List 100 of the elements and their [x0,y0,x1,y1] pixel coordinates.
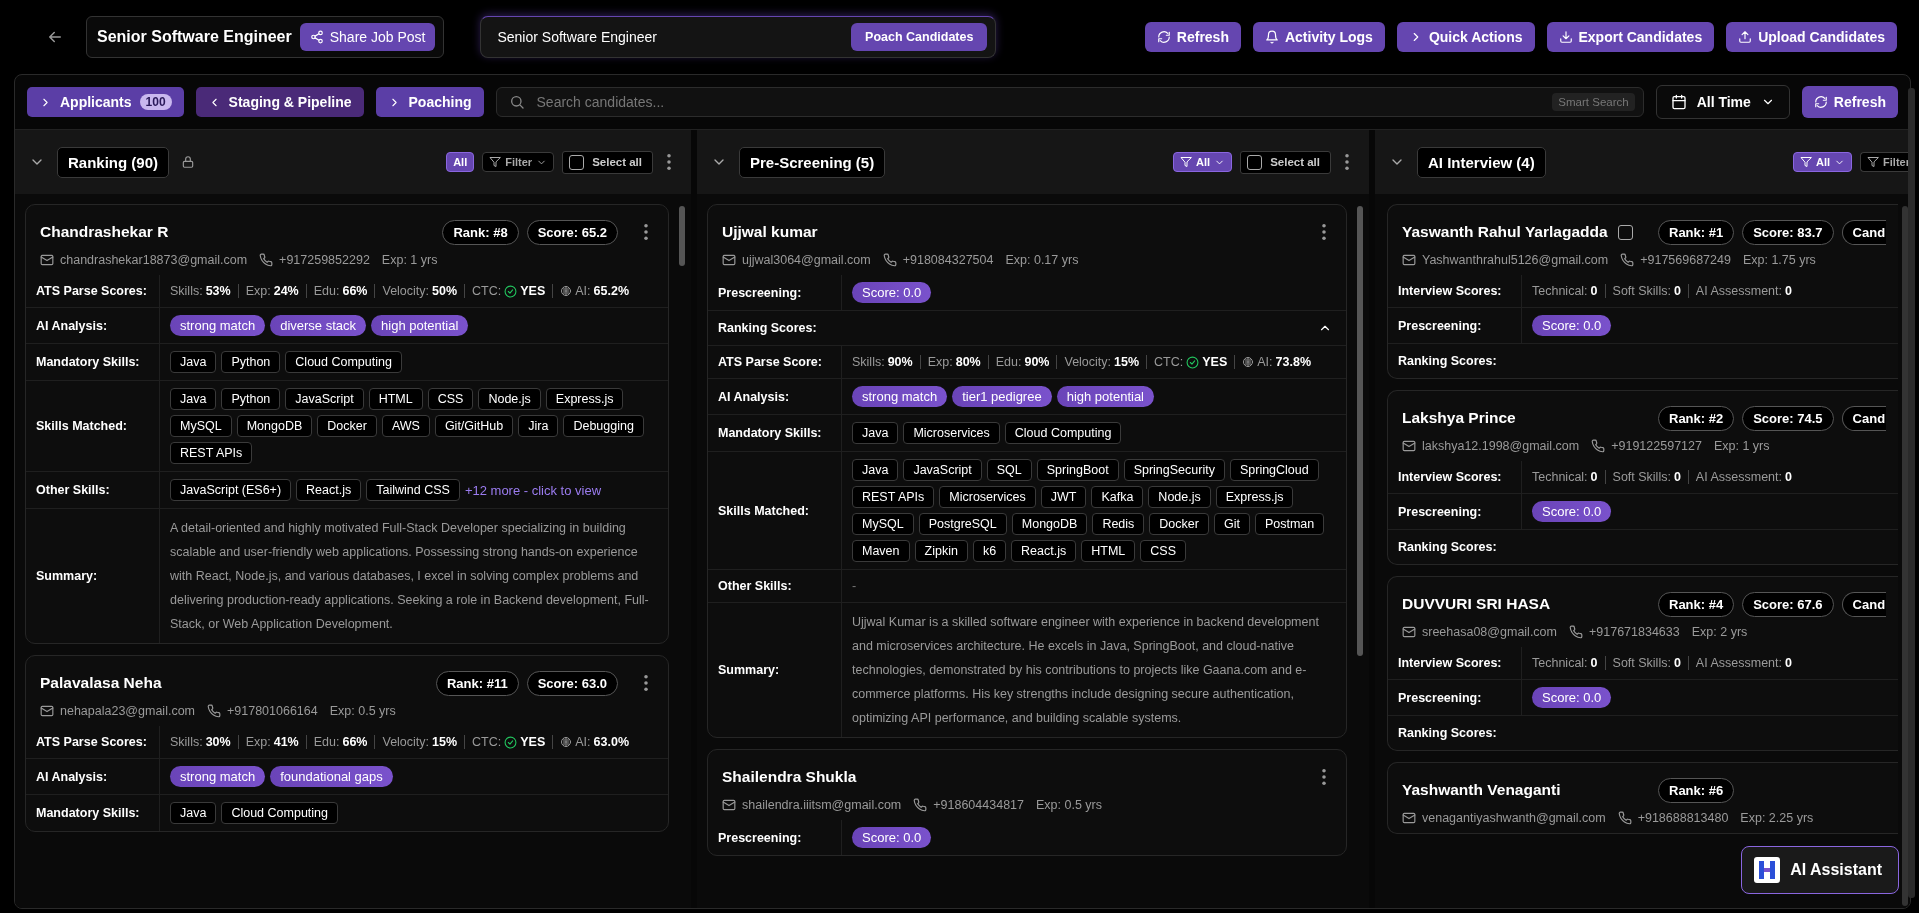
skill-chip: SpringBoot [1036,459,1119,481]
action-button[interactable]: Refresh [1144,22,1241,52]
poach-button[interactable]: Poach Candidates [851,23,988,51]
stage-tab[interactable]: Poaching [375,87,484,117]
skill-chip: Cloud Computing [285,351,402,373]
skill-chip: JavaScript (ES6+) [170,479,292,501]
tag: Score: 0.0 [852,282,932,303]
mail-icon [1402,811,1416,825]
filter-button[interactable]: All [1793,152,1853,172]
more-options-icon[interactable] [667,154,671,170]
mail-icon [40,704,54,718]
score-summary: Skills: 30% Exp: 41% Edu: 66% Velocity: 15% CTC: YES AI: 63.0% [170,735,636,749]
candidate-card[interactable]: DUVVURI SRI HASA Rank: #4 Score: 67.6 Cand sreehasa08@gmail.com +917671834633 Exp: 2 yrs Interview Scores: Technical: 0 Soft Skills: 0 AI Assessment: 0 Prescreening: Score: 0.0 Ranking Scores: [1387,576,1898,751]
row-label: Mandatory Skills: [26,795,160,831]
scrollbar-thumb[interactable] [1902,206,1908,906]
more-link[interactable]: +12 more - click to view [464,482,602,498]
skill-chip: Cloud Computing [221,802,338,824]
phone-text: +918688813480 [1637,811,1729,825]
bell-icon [1264,30,1279,44]
candidate-name: Shailendra Shukla [722,768,857,786]
skill-chip: Debugging [563,415,644,437]
action-button[interactable]: Quick Actions [1396,22,1535,52]
experience-text: Exp: 0.17 yrs [1005,253,1079,267]
action-button[interactable]: Export Candidates [1546,22,1715,52]
skill-chip: Git [1213,513,1250,535]
skill-chip: React.js [1011,540,1077,562]
tag: Score: 0.0 [852,827,932,848]
phone-icon [1617,811,1632,825]
row-label: AI Analysis: [26,759,160,794]
row-label: ATS Parse Scores: [26,275,160,307]
email-text: nehapala23@gmail.com [60,704,195,718]
score-pill: Rank: #1 [1658,219,1735,245]
phone-icon [207,704,221,718]
skill-chip: Node.js [1148,486,1211,508]
skill-chip: Maven [852,540,910,562]
more-options-icon[interactable] [644,675,648,691]
email-text: ujjwal3064@gmail.com [742,253,871,267]
experience-text: Exp: 1 yrs [1713,439,1770,453]
skill-chip: Java [852,459,899,481]
filter-button[interactable]: Filter [1860,152,1910,172]
filter-chip[interactable]: All [446,152,475,172]
mail-icon [722,253,736,267]
stage-tab[interactable]: Staging & Pipeline [195,87,364,117]
scrollbar[interactable] [1908,88,1915,898]
skill-chip: MySQL [852,513,914,535]
refresh-icon [1156,30,1171,44]
phone-text: +917671834633 [1589,625,1680,639]
tag: Score: 0.0 [1532,315,1612,336]
action-button[interactable]: Activity Logs [1252,22,1385,52]
skill-chip: Kafka [1091,486,1144,508]
summary-text: Ujjwal Kumar is a skilled software engineer with experience in backend development and microservices architecture. He excels in Java, SpringBoot, and cloud-native technologies, demonstrated by his contributions to projects like Gaana.com and e-commerce platforms. His key strengths include designing secure authentication, optimizing API performance, and building scalable systems. [852,614,1320,727]
email-text: lakshya12.1998@gmail.com [1422,439,1580,453]
row-label: Interview Scores: [1388,647,1522,679]
funnel-icon [489,156,502,168]
row-label: Other Skills: [26,472,160,508]
row-label: Other Skills: [708,570,842,602]
search-bar[interactable]: Search candidates... Smart Search [495,87,1644,117]
skill-chip: Express.js [1215,486,1294,508]
experience-text: Exp: 2 yrs [1691,625,1748,639]
ai-assistant-button[interactable]: AI Assistant [1741,846,1899,894]
candidate-card[interactable] [1387,204,1898,379]
date-filter-dropdown[interactable]: All Time [1655,85,1790,119]
share-button[interactable]: Share Job Post [299,23,436,51]
email-text: chandrashekar18873@gmail.com [60,253,248,267]
select-all-button[interactable]: Select all [562,150,653,174]
skill-chip: Docker [317,415,377,437]
tag: strong match [170,766,266,787]
more-options-icon[interactable] [1322,769,1326,785]
phone-icon [1591,439,1606,453]
share-icon [309,30,324,44]
stage-tab[interactable]: Applicants 100 [27,87,184,117]
search-input[interactable]: Search candidates... [534,93,1543,111]
refresh-button[interactable]: Refresh [1801,86,1898,118]
scrollbar-thumb[interactable] [679,206,685,266]
candidate-card[interactable]: Lakshya Prince Rank: #2 Score: 74.5 Cand lakshya12.1998@gmail.com +919122597127 Exp: 1 yrs Interview Scores: Technical: 0 Soft Skills: 0 AI Assessment: 0 Prescreening: Score: 0.0 Ranking Scores: [1387,390,1898,565]
score-pill: Score: 67.6 [1742,591,1834,617]
filter-button[interactable]: All [1173,152,1233,172]
mail-icon [1402,253,1416,267]
more-options-icon[interactable] [1345,154,1349,170]
upload-icon [1738,30,1753,44]
candidate-card[interactable]: Shailendra Shukla shailendra.iiitsm@gmail.com +918604434817 Exp: 0.5 yrs Prescreening: Score: 0.0 [707,749,1347,856]
action-button[interactable]: Upload Candidates [1726,22,1897,52]
checkbox[interactable] [1617,224,1633,240]
candidate-card[interactable]: Yashwanth Venaganti Rank: #6 venagantiyashwanth@gmail.com +918688813480 Exp: 2.25 yrs [1387,762,1898,834]
select-all-button[interactable]: Select all [1240,150,1331,174]
row-label: Prescreening: [1388,494,1522,529]
candidate-card[interactable] [25,655,669,832]
calendar-icon [1670,94,1687,110]
skill-chip: Java [170,388,217,410]
more-options-icon[interactable] [644,224,648,240]
filter-button[interactable]: Filter [482,152,555,172]
tag: diverse stack [270,315,367,336]
tag: tier1 pedigree [952,386,1052,407]
row-label: Skills Matched: [26,381,160,471]
checkbox[interactable] [1247,154,1263,170]
checkbox[interactable] [569,154,585,170]
more-options-icon[interactable] [1322,224,1326,240]
scrollbar-thumb[interactable] [1357,206,1363,656]
candidate-card[interactable] [707,204,1347,738]
candidate-card[interactable] [25,204,669,644]
